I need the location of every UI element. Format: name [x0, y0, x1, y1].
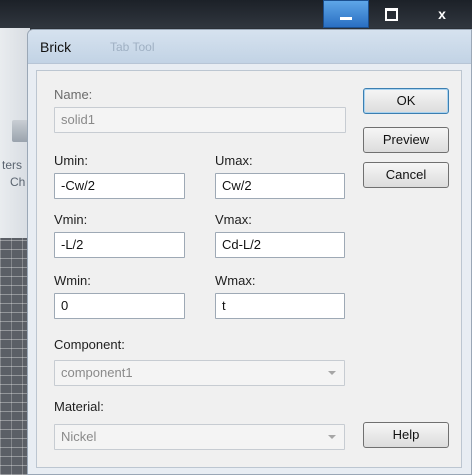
dialog-client-area: Name: solid1 Umin: -Cw/2 Umax: Cw/2 Vmin… — [36, 70, 462, 468]
dialog-title-bar[interactable]: Brick Tab Tool — [28, 30, 471, 64]
background-text-fragment: Ch — [10, 175, 26, 189]
material-select-value: Nickel — [61, 429, 97, 444]
umax-label: Umax: — [215, 153, 253, 168]
dialog-title-ghost-text: Tab Tool — [110, 40, 155, 54]
dialog-title: Brick — [40, 39, 72, 55]
wmin-field[interactable]: 0 — [54, 293, 185, 319]
brick-dialog: Brick Tab Tool Name: solid1 Umin: -Cw/2 … — [27, 29, 472, 475]
background-grid-view — [0, 238, 30, 475]
preview-button[interactable]: Preview — [363, 127, 449, 153]
wmax-label: Wmax: — [215, 273, 256, 288]
minimize-icon — [340, 16, 352, 20]
maximize-button[interactable] — [371, 0, 411, 28]
vmin-label: Vmin: — [54, 212, 88, 227]
wmin-label: Wmin: — [54, 273, 91, 288]
help-button[interactable]: Help — [363, 422, 449, 448]
umax-field[interactable]: Cw/2 — [215, 173, 345, 199]
background-text-fragment: ters — [2, 158, 23, 172]
ok-button[interactable]: OK — [363, 88, 449, 114]
maximize-icon — [384, 7, 398, 21]
close-icon: x — [438, 6, 446, 22]
vmax-label: Vmax: — [215, 212, 252, 227]
minimize-button[interactable] — [323, 0, 369, 28]
wmax-field[interactable]: t — [215, 293, 345, 319]
background-app-panel: ters Ch — [0, 28, 30, 238]
umin-label: Umin: — [54, 153, 88, 168]
component-label: Component: — [54, 337, 125, 352]
material-select[interactable]: Nickel — [54, 424, 345, 450]
vmax-field[interactable]: Cd-L/2 — [215, 232, 345, 258]
name-label: Name: — [54, 87, 93, 102]
chevron-down-icon — [328, 371, 336, 375]
cancel-button[interactable]: Cancel — [363, 162, 449, 188]
material-label: Material: — [54, 399, 104, 414]
name-field[interactable]: solid1 — [54, 107, 346, 133]
component-select[interactable]: component1 — [54, 360, 345, 386]
vmin-field[interactable]: -L/2 — [54, 232, 185, 258]
chevron-down-icon — [328, 435, 336, 439]
close-button[interactable]: x — [413, 0, 471, 28]
umin-field[interactable]: -Cw/2 — [54, 173, 185, 199]
component-select-value: component1 — [61, 365, 133, 380]
